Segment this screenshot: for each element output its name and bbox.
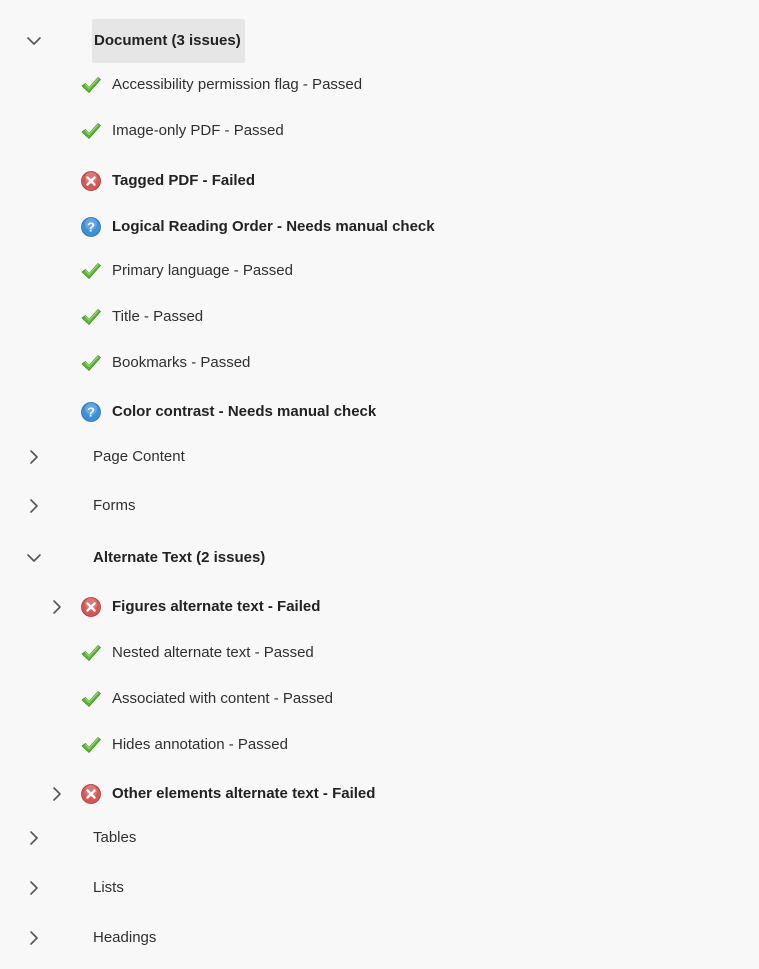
rule-label[interactable]: Nested alternate text - Passed	[112, 633, 314, 673]
rule-label[interactable]: Primary language - Passed	[112, 251, 293, 291]
category-row[interactable]: Page Content	[0, 437, 759, 477]
category-label[interactable]: Page Content	[93, 437, 185, 477]
rule-row[interactable]: Bookmarks - Passed	[0, 343, 759, 383]
question-icon: ?	[81, 217, 101, 237]
rule-label[interactable]: Figures alternate text - Failed	[112, 587, 320, 627]
rule-row[interactable]: Image-only PDF - Passed	[0, 111, 759, 151]
checkmark-icon	[81, 123, 101, 139]
chevron-right-icon[interactable]	[25, 829, 43, 847]
checkmark-icon	[81, 309, 101, 325]
rule-row[interactable]: Figures alternate text - Failed	[0, 587, 759, 627]
checkmark-icon	[81, 355, 101, 371]
rule-row[interactable]: Primary language - Passed	[0, 251, 759, 291]
chevron-down-icon[interactable]	[25, 32, 43, 50]
rule-label[interactable]: Other elements alternate text - Failed	[112, 774, 375, 814]
category-row[interactable]: Lists	[0, 868, 759, 908]
category-label[interactable]: Lists	[93, 868, 124, 908]
accessibility-checker-tree: Document (3 issues) Accessibility permiss…	[0, 0, 759, 969]
chevron-right-icon[interactable]	[48, 598, 66, 616]
category-row[interactable]: Tables	[0, 818, 759, 858]
rule-label[interactable]: Accessibility permission flag - Passed	[112, 65, 362, 105]
svg-text:?: ?	[87, 220, 95, 235]
category-label[interactable]: Forms	[93, 486, 136, 526]
rule-row[interactable]: Title - Passed	[0, 297, 759, 337]
checkmark-icon	[81, 737, 101, 753]
chevron-right-icon[interactable]	[25, 448, 43, 466]
chevron-right-icon[interactable]	[25, 929, 43, 947]
rule-row[interactable]: ? Color contrast - Needs manual check	[0, 392, 759, 432]
category-row[interactable]: Headings	[0, 918, 759, 958]
rule-label[interactable]: Associated with content - Passed	[112, 679, 333, 719]
category-label[interactable]: Document (3 issues)	[92, 19, 245, 63]
category-row[interactable]: Document (3 issues)	[0, 19, 759, 63]
rule-row[interactable]: Other elements alternate text - Failed	[0, 774, 759, 814]
question-icon: ?	[81, 402, 101, 422]
chevron-right-icon[interactable]	[25, 879, 43, 897]
rule-label[interactable]: Bookmarks - Passed	[112, 343, 250, 383]
rule-row[interactable]: Nested alternate text - Passed	[0, 633, 759, 673]
checkmark-icon	[81, 691, 101, 707]
rule-row[interactable]: Hides annotation - Passed	[0, 725, 759, 765]
checkmark-icon	[81, 645, 101, 661]
rule-label[interactable]: Image-only PDF - Passed	[112, 111, 284, 151]
rule-row[interactable]: ? Logical Reading Order - Needs manual ch…	[0, 207, 759, 247]
chevron-down-icon[interactable]	[25, 549, 43, 567]
category-label[interactable]: Headings	[93, 918, 156, 958]
checkmark-icon	[81, 263, 101, 279]
error-x-icon	[81, 597, 101, 617]
error-x-icon	[81, 784, 101, 804]
chevron-right-icon[interactable]	[48, 785, 66, 803]
rule-label[interactable]: Color contrast - Needs manual check	[112, 392, 376, 432]
category-row[interactable]: Forms	[0, 486, 759, 526]
category-label[interactable]: Tables	[93, 818, 136, 858]
category-label[interactable]: Alternate Text (2 issues)	[93, 538, 265, 578]
svg-text:?: ?	[87, 405, 95, 420]
rule-row[interactable]: Tagged PDF - Failed	[0, 161, 759, 201]
rule-label[interactable]: Hides annotation - Passed	[112, 725, 288, 765]
rule-label[interactable]: Title - Passed	[112, 297, 203, 337]
rule-row[interactable]: Associated with content - Passed	[0, 679, 759, 719]
rule-label[interactable]: Logical Reading Order - Needs manual che…	[112, 207, 435, 247]
chevron-right-icon[interactable]	[25, 497, 43, 515]
error-x-icon	[81, 171, 101, 191]
rule-label[interactable]: Tagged PDF - Failed	[112, 161, 255, 201]
rule-row[interactable]: Accessibility permission flag - Passed	[0, 65, 759, 105]
checkmark-icon	[81, 77, 101, 93]
category-row[interactable]: Alternate Text (2 issues)	[0, 538, 759, 578]
